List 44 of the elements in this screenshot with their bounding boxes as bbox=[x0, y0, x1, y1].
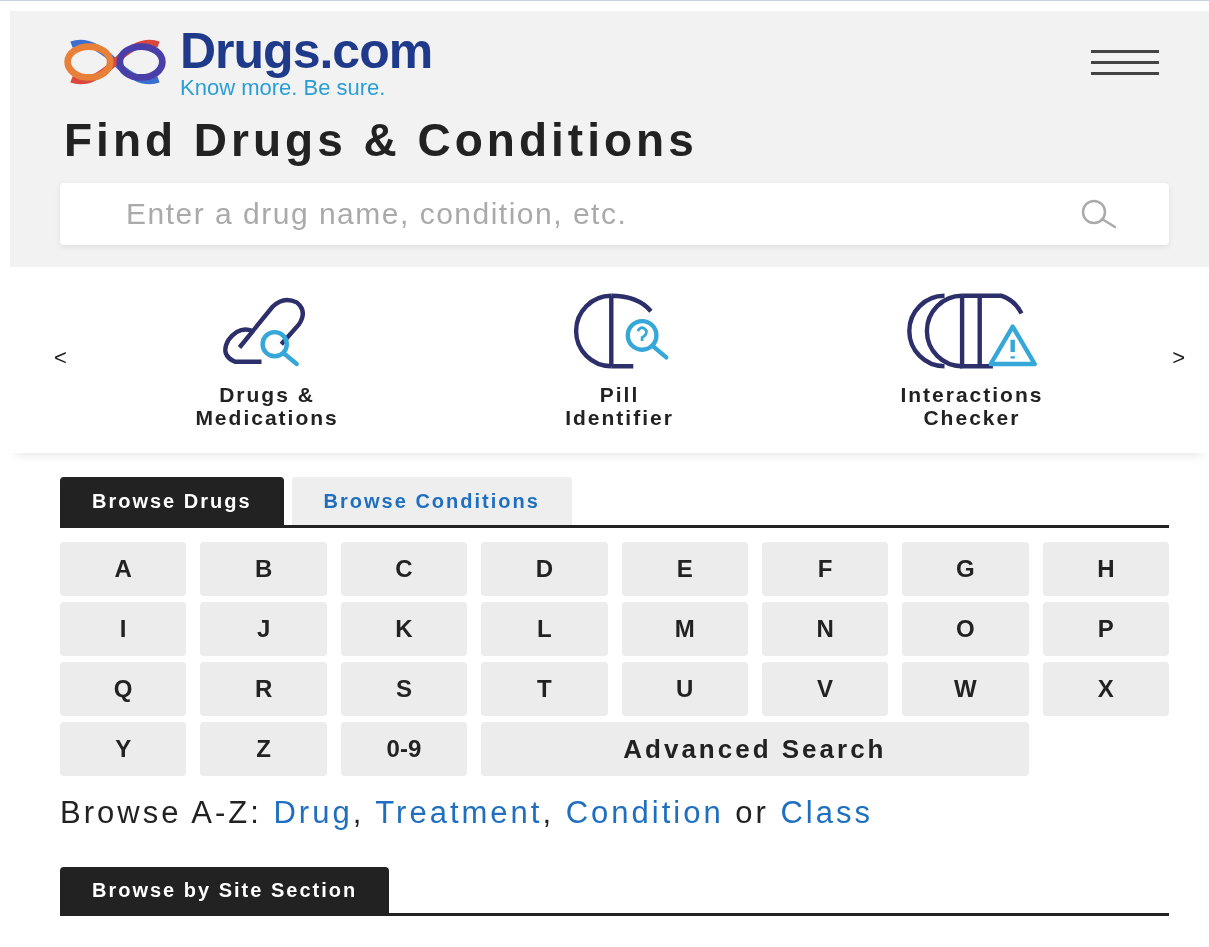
letter-button[interactable]: M bbox=[621, 602, 748, 656]
search-field[interactable]: Enter a drug name, condition, etc. bbox=[126, 197, 1079, 231]
carousel-link[interactable]: Pill Identifier bbox=[565, 383, 674, 429]
letter-button[interactable]: U bbox=[621, 662, 748, 716]
tab[interactable]: Browse by Site Section bbox=[60, 867, 390, 913]
letter-button[interactable]: K bbox=[340, 602, 468, 656]
logo-wordmark[interactable]: Drugs.com bbox=[180, 25, 433, 77]
link[interactable]: Treatment bbox=[375, 795, 543, 830]
letter-button[interactable]: O bbox=[902, 602, 1029, 656]
search-bar[interactable]: Enter a drug name, condition, etc. bbox=[60, 183, 1169, 245]
carousel-link[interactable]: Interactions Checker bbox=[900, 383, 1044, 429]
browse-az-sentence: Browse A-Z: Drug, Treatment, Condition or Class bbox=[60, 794, 874, 831]
logo-tagline: Know more. Be sure. bbox=[180, 77, 386, 99]
link[interactable]: Condition bbox=[565, 795, 724, 830]
letter-button[interactable]: S bbox=[340, 662, 468, 716]
link[interactable]: Drug bbox=[273, 795, 353, 830]
letter-button[interactable]: 0-9 bbox=[340, 722, 468, 776]
letter-button[interactable]: N bbox=[761, 602, 889, 656]
letter-button[interactable]: Z bbox=[200, 722, 327, 776]
letter-button[interactable]: T bbox=[481, 662, 608, 716]
letter-button[interactable]: H bbox=[1042, 542, 1169, 596]
advanced-search-button[interactable]: Advanced Search bbox=[481, 722, 1029, 776]
carousel-link[interactable]: Drugs & Medications bbox=[195, 383, 339, 429]
letter-button[interactable]: P bbox=[1042, 602, 1169, 656]
letter-button[interactable]: I bbox=[60, 602, 187, 656]
letter-button[interactable]: G bbox=[902, 542, 1029, 596]
letter-button[interactable]: D bbox=[481, 542, 608, 596]
link[interactable]: Class bbox=[780, 795, 873, 830]
letter-button[interactable]: C bbox=[340, 542, 468, 596]
letter-button[interactable]: V bbox=[761, 662, 889, 716]
tab[interactable]: Browse Conditions bbox=[291, 477, 572, 525]
tab[interactable]: Browse Drugs bbox=[60, 477, 284, 525]
letter-button[interactable]: W bbox=[902, 662, 1029, 716]
letter-button[interactable]: L bbox=[481, 602, 608, 656]
letter-button[interactable]: J bbox=[200, 602, 327, 656]
page-heading: Find Drugs & Conditions bbox=[64, 113, 699, 167]
letter-button[interactable]: Y bbox=[60, 722, 187, 776]
letter-button[interactable]: F bbox=[761, 542, 889, 596]
letter-button[interactable]: R bbox=[200, 662, 327, 716]
letter-button[interactable]: X bbox=[1042, 662, 1169, 716]
letter-button[interactable]: B bbox=[200, 542, 327, 596]
letter-button[interactable]: E bbox=[621, 542, 748, 596]
letter-button[interactable]: Q bbox=[60, 662, 187, 716]
letter-button[interactable]: A bbox=[60, 542, 187, 596]
